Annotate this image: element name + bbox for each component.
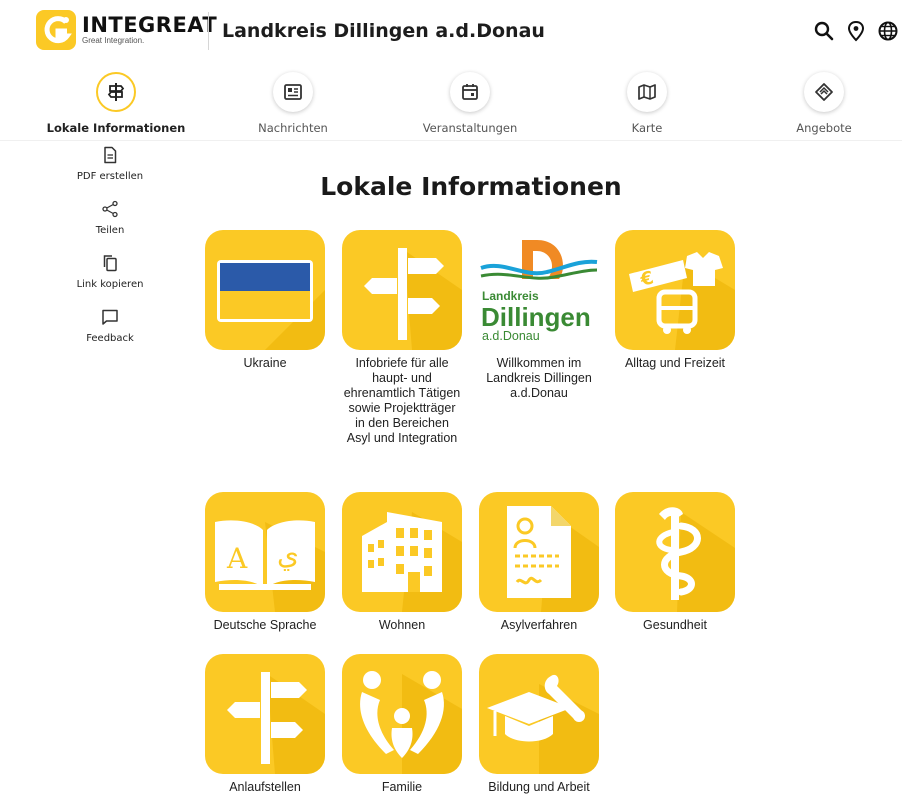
category-label: Anlaufstellen: [229, 780, 301, 794]
ukraine-flag-icon: [205, 230, 325, 350]
category-label: Familie: [381, 780, 423, 794]
search-icon[interactable]: [813, 20, 835, 42]
svg-text:A: A: [226, 542, 248, 575]
pdf-button[interactable]: PDF erstellen: [60, 146, 160, 200]
category-wohnen[interactable]: Wohnen: [340, 492, 464, 633]
share-button[interactable]: Teilen: [60, 200, 160, 254]
tab-nachrichten[interactable]: Nachrichten: [208, 72, 378, 135]
tab-label: Nachrichten: [258, 121, 328, 135]
category-label: Alltag und Freizeit: [624, 356, 726, 370]
category-ukraine[interactable]: Ukraine: [203, 230, 327, 371]
tab-karte[interactable]: Karte: [562, 72, 732, 135]
svg-text:ي: ي: [277, 538, 299, 571]
logo-name: INTEGREAT: [82, 13, 218, 37]
page-title: Lokale Informationen: [320, 172, 622, 201]
region-title[interactable]: Landkreis Dillingen a.d.Donau: [222, 20, 545, 42]
category-label: Deutsche Sprache: [213, 618, 317, 632]
news-icon: [273, 72, 313, 112]
header-divider: [208, 12, 209, 50]
education-work-icon: [479, 654, 599, 774]
offers-icon: [804, 72, 844, 112]
category-asylverfahren[interactable]: Asylverfahren: [477, 492, 601, 633]
signpost-icon: [205, 654, 325, 774]
everyday-life-icon: €: [615, 230, 735, 350]
category-label: Willkommen im Landkreis Dillingen a.d.Do…: [486, 356, 592, 400]
tab-label: Angebote: [796, 121, 852, 135]
location-icon[interactable]: [845, 20, 867, 42]
category-bildung-arbeit[interactable]: Bildung und Arbeit: [477, 654, 601, 794]
tab-angebote[interactable]: Angebote: [739, 72, 902, 135]
health-icon: [615, 492, 735, 612]
category-label: Ukraine: [243, 356, 287, 370]
building-icon: [342, 492, 462, 612]
feedback-button[interactable]: Feedback: [60, 308, 160, 362]
tab-label: Karte: [631, 121, 663, 135]
category-anlaufstellen[interactable]: Anlaufstellen: [203, 654, 327, 794]
sidebar-item-label: PDF erstellen: [76, 171, 144, 182]
pdf-icon: [104, 146, 117, 164]
language-icon[interactable]: [877, 20, 899, 42]
sidebar-item-label: Feedback: [86, 333, 134, 344]
signpost-icon: [342, 230, 462, 350]
logo-tagline: Great Integration.: [82, 36, 145, 45]
category-alltag[interactable]: € Alltag und Freizeit: [613, 230, 737, 371]
logo-line-1: Landkreis: [482, 289, 539, 303]
category-willkommen[interactable]: Landkreis Dillingen a.d.Donau Willkommen…: [477, 230, 601, 401]
family-icon: [342, 654, 462, 774]
tab-label: Lokale Informationen: [46, 121, 186, 135]
tab-veranstaltungen[interactable]: Veranstaltungen: [385, 72, 555, 135]
category-label: Asylverfahren: [500, 618, 578, 632]
sidebar-item-label: Teilen: [95, 225, 125, 236]
main-tabs: Lokale Informationen Nachrichten Veranst…: [0, 72, 902, 140]
category-label: Wohnen: [378, 618, 426, 632]
tab-separator: [0, 140, 902, 141]
integreat-logo-icon: [36, 10, 76, 50]
category-infobriefe[interactable]: Infobriefe für alle haupt- und ehrenamtl…: [340, 230, 464, 446]
app-header: INTEGREAT Great Integration. Landkreis D…: [0, 0, 902, 66]
feedback-icon: [102, 309, 118, 325]
category-gesundheit[interactable]: Gesundheit: [613, 492, 737, 633]
copy-link-icon: [103, 255, 117, 272]
logo-line-2: Dillingen: [481, 302, 591, 332]
tab-label: Veranstaltungen: [422, 121, 518, 135]
sidebar-item-label: Link kopieren: [76, 279, 144, 290]
logo-line-3: a.d.Donau: [482, 329, 540, 343]
landkreis-logo-icon: Landkreis Dillingen a.d.Donau: [479, 230, 599, 350]
share-icon: [102, 200, 118, 218]
sidebar-toolbar: PDF erstellen Teilen Link kopieren Feedb…: [60, 146, 160, 362]
category-label: Infobriefe für alle haupt- und ehrenamtl…: [343, 356, 461, 445]
book-icon: A ي: [205, 492, 325, 612]
category-label: Bildung und Arbeit: [488, 780, 590, 794]
category-familie[interactable]: Familie: [340, 654, 464, 794]
signpost-icon: [96, 72, 136, 112]
calendar-icon: [450, 72, 490, 112]
integreat-logo[interactable]: INTEGREAT Great Integration.: [36, 10, 217, 50]
document-icon: [479, 492, 599, 612]
category-label: Gesundheit: [643, 618, 707, 632]
map-icon: [627, 72, 667, 112]
copy-link-button[interactable]: Link kopieren: [60, 254, 160, 308]
tab-lokale-informationen[interactable]: Lokale Informationen: [31, 72, 201, 135]
category-deutsche-sprache[interactable]: A ي Deutsche Sprache: [203, 492, 327, 633]
